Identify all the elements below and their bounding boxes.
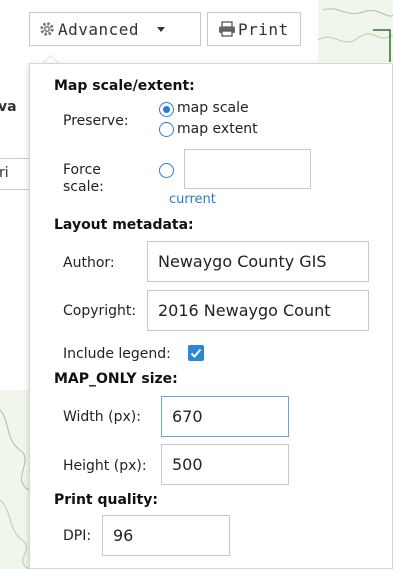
author-input[interactable]: Newaygo County GIS xyxy=(147,241,369,282)
radio-map-extent-label[interactable]: map extent xyxy=(177,121,258,137)
force-scale-label: Force scale: xyxy=(63,162,104,196)
preserve-label: Preserve: xyxy=(63,113,129,129)
layout-metadata-heading: Layout metadata: xyxy=(54,217,194,233)
printer-icon xyxy=(218,21,236,37)
radio-map-scale[interactable] xyxy=(159,102,174,117)
map-only-size-heading: MAP_ONLY size: xyxy=(54,371,178,387)
force-scale-label-line1: Force xyxy=(63,162,101,178)
print-button[interactable]: Print xyxy=(207,12,301,46)
checkmark-icon xyxy=(190,348,202,358)
background-input-fragment: ri xyxy=(0,158,31,190)
advanced-button-label: Advanced xyxy=(58,19,140,39)
height-label: Height (px): xyxy=(63,458,147,474)
height-input[interactable]: 500 xyxy=(161,444,289,485)
print-quality-heading: Print quality: xyxy=(54,492,158,508)
radio-map-scale-label[interactable]: map scale xyxy=(177,100,249,116)
force-scale-label-line2: scale: xyxy=(63,179,104,195)
print-button-label: Print xyxy=(238,19,289,39)
map-background-left xyxy=(0,390,29,569)
current-scale-link[interactable]: current xyxy=(169,192,216,207)
background-fragment-text-2: ri xyxy=(0,165,9,181)
map-lines xyxy=(318,8,393,62)
background-fragment-text-1: va xyxy=(0,99,17,115)
map-background-top-right xyxy=(318,0,393,62)
copyright-label: Copyright: xyxy=(63,303,137,319)
include-legend-checkbox[interactable] xyxy=(188,345,204,361)
author-label: Author: xyxy=(63,255,115,271)
caret-down-icon xyxy=(157,26,166,32)
radio-force-scale[interactable] xyxy=(159,163,174,178)
map-lines-left xyxy=(0,409,29,569)
gear-icon xyxy=(38,20,56,38)
radio-map-extent[interactable] xyxy=(159,122,174,137)
width-label: Width (px): xyxy=(63,409,141,425)
background-text-fragment-1: va xyxy=(0,94,28,120)
dpi-input[interactable]: 96 xyxy=(102,515,230,556)
map-scale-heading: Map scale/extent: xyxy=(54,78,195,94)
advanced-button[interactable]: Advanced xyxy=(29,12,201,46)
force-scale-input[interactable] xyxy=(184,149,311,189)
copyright-input[interactable]: 2016 Newaygo Count xyxy=(147,290,369,331)
width-input[interactable]: 670 xyxy=(161,396,289,437)
dpi-label: DPI: xyxy=(63,528,92,544)
include-legend-label: Include legend: xyxy=(63,346,171,362)
advanced-options-panel: Map scale/extent: Preserve: map scale ma… xyxy=(29,63,393,569)
